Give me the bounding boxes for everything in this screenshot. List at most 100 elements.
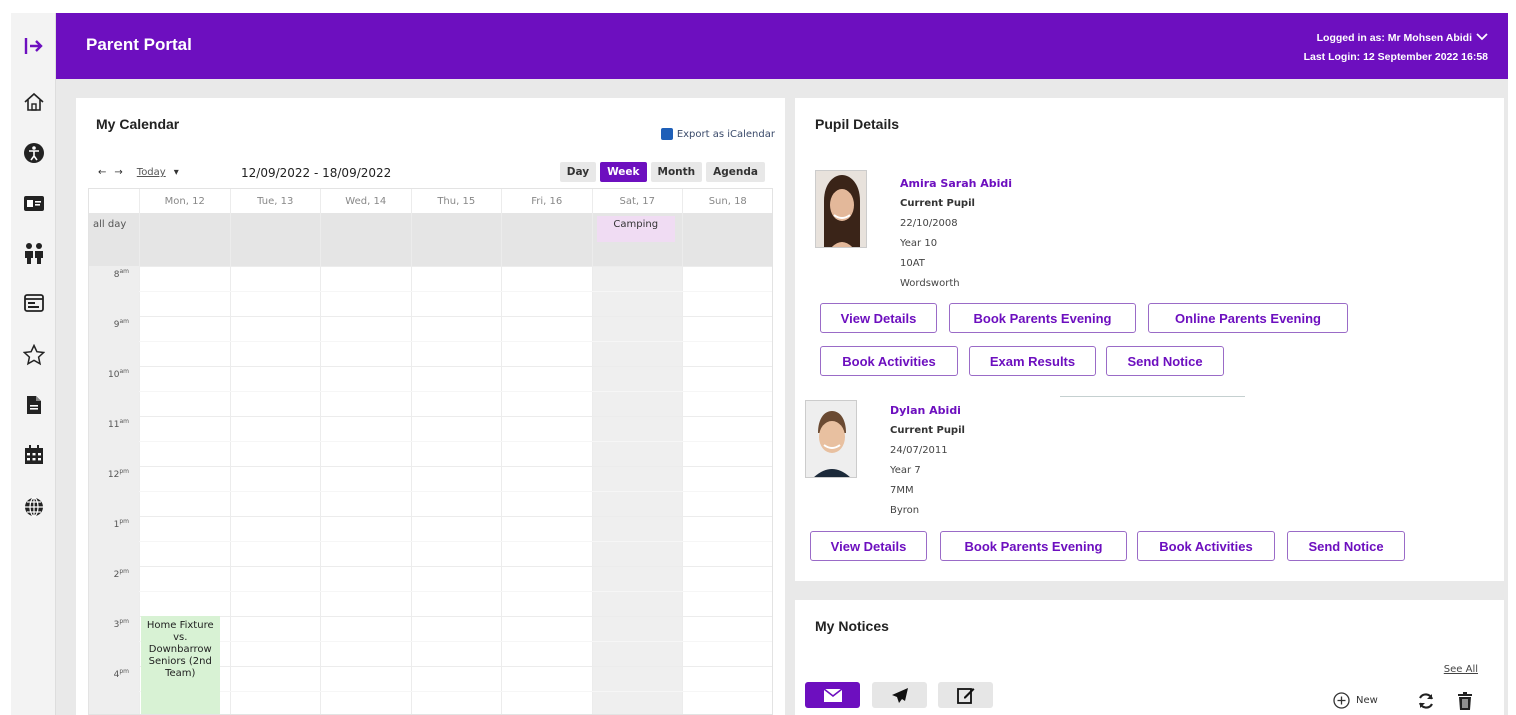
- hour-line: [139, 666, 772, 667]
- hour-line: [139, 316, 772, 317]
- calendar-panel: My Calendar Export as iCalendar ← → Toda…: [76, 98, 785, 715]
- pupil-details-title: Pupil Details: [815, 116, 900, 132]
- today-caret-icon[interactable]: ▾: [174, 167, 179, 178]
- prev-week-button[interactable]: ←: [98, 167, 106, 178]
- trash-icon[interactable]: [1457, 692, 1473, 710]
- app-title: Parent Portal: [86, 35, 192, 54]
- hour-suffix: pm: [119, 668, 129, 675]
- view-details-button[interactable]: View Details: [810, 531, 927, 561]
- day-header: Wed, 14: [320, 189, 411, 213]
- pupil-divider: [1060, 396, 1245, 397]
- view-month-button[interactable]: Month: [650, 162, 703, 182]
- day-column-line: [682, 189, 683, 714]
- hour-label: 8am: [89, 268, 139, 280]
- compose-icon[interactable]: [938, 682, 993, 708]
- hour-suffix: pm: [119, 468, 129, 475]
- hour-line: [139, 366, 772, 367]
- calendar-title: My Calendar: [96, 116, 180, 132]
- half-hour-line: [139, 441, 772, 442]
- day-header: Mon, 12: [139, 189, 230, 213]
- document-icon[interactable]: [11, 385, 56, 425]
- globe-icon[interactable]: [11, 487, 56, 527]
- logged-in-text: Logged in as: Mr Mohsen Abidi: [1316, 32, 1472, 44]
- app: Parent Portal Logged in as: Mr Mohsen Ab…: [0, 0, 1516, 715]
- book-activities-button[interactable]: Book Activities: [820, 346, 958, 376]
- hour-line: [139, 466, 772, 467]
- children-icon[interactable]: [11, 233, 56, 273]
- exam-results-button[interactable]: Exam Results: [969, 346, 1096, 376]
- new-label: New: [1356, 695, 1378, 706]
- half-hour-line: [139, 591, 772, 592]
- next-week-button[interactable]: →: [114, 167, 122, 178]
- last-login-text: Last Login: 12 September 2022 16:58: [1303, 51, 1488, 63]
- pupil-photo: [815, 170, 867, 248]
- day-header: Fri, 16: [501, 189, 592, 213]
- pupil-name[interactable]: Dylan Abidi: [890, 401, 965, 421]
- view-week-button[interactable]: Week: [600, 162, 647, 182]
- calendar-event[interactable]: Camping: [596, 216, 675, 242]
- pupil-details-panel: Pupil Details Amira Sarah Abidi Current …: [795, 98, 1504, 581]
- new-notice-button[interactable]: New: [1333, 692, 1378, 709]
- send-notice-button[interactable]: Send Notice: [1106, 346, 1224, 376]
- hour-label: 4pm: [89, 668, 139, 680]
- pupil-year: Year 10: [900, 238, 938, 249]
- hour-number: 11: [108, 420, 120, 430]
- sent-icon[interactable]: [872, 682, 927, 708]
- hour-line: [139, 416, 772, 417]
- pupil-name[interactable]: Amira Sarah Abidi: [900, 174, 1012, 194]
- calendar-icon[interactable]: [11, 435, 56, 475]
- calendar-export-icon: [660, 128, 673, 140]
- half-hour-line: [139, 691, 772, 692]
- pupil-dob: 22/10/2008: [900, 218, 958, 229]
- book-parents-evening-button[interactable]: Book Parents Evening: [940, 531, 1127, 561]
- hour-number: 12: [107, 470, 120, 480]
- chevron-down-icon[interactable]: [1476, 29, 1488, 48]
- pupil-house: Byron: [890, 505, 920, 516]
- day-header: Sun, 18: [682, 189, 772, 213]
- accessibility-icon[interactable]: [11, 133, 56, 173]
- sidebar-toggle-icon[interactable]: [11, 13, 56, 79]
- hour-suffix: am: [119, 268, 129, 275]
- export-icalendar-link[interactable]: Export as iCalendar: [660, 128, 775, 140]
- send-notice-button[interactable]: Send Notice: [1287, 531, 1405, 561]
- inbox-icon[interactable]: [805, 682, 860, 708]
- book-activities-button[interactable]: Book Activities: [1137, 531, 1275, 561]
- plus-circle-icon: [1333, 692, 1350, 709]
- half-hour-line: [139, 341, 772, 342]
- refresh-icon[interactable]: [1417, 692, 1435, 710]
- hour-line: [139, 266, 772, 267]
- view-day-button[interactable]: Day: [559, 162, 597, 182]
- date-range: 12/09/2022 - 18/09/2022: [241, 166, 392, 180]
- day-column-line: [139, 189, 140, 714]
- online-parents-evening-button[interactable]: Online Parents Evening: [1148, 303, 1348, 333]
- pupil-info: Amira Sarah Abidi Current Pupil 22/10/20…: [900, 174, 1012, 294]
- day-header: Sat, 17: [591, 189, 683, 213]
- hour-label: 12pm: [89, 468, 139, 480]
- see-all-link[interactable]: See All: [1444, 664, 1478, 675]
- book-parents-evening-button[interactable]: Book Parents Evening: [949, 303, 1136, 333]
- browser-window-icon[interactable]: [11, 283, 56, 323]
- half-hour-line: [139, 291, 772, 292]
- notices-panel: My Notices See All New: [795, 600, 1504, 715]
- app-header: Parent Portal Logged in as: Mr Mohsen Ab…: [56, 13, 1508, 79]
- pupil-form: 10AT: [900, 258, 925, 269]
- hour-label: 9am: [89, 318, 139, 330]
- calendar-event[interactable]: Home Fixture vs. Downbarrow Seniors (2nd…: [141, 616, 220, 714]
- hour-suffix: am: [119, 368, 129, 375]
- pupil-form: 7MM: [890, 485, 914, 496]
- view-details-button[interactable]: View Details: [820, 303, 937, 333]
- half-hour-line: [139, 391, 772, 392]
- home-icon[interactable]: [11, 82, 56, 122]
- day-column-line: [591, 189, 593, 714]
- pupil-year: Year 7: [890, 465, 921, 476]
- hour-label: 10am: [89, 368, 139, 380]
- pupil-dob: 24/07/2011: [890, 445, 948, 456]
- day-column-line: [229, 189, 231, 714]
- id-card-icon[interactable]: [11, 183, 56, 223]
- pupil-house: Wordsworth: [900, 278, 960, 289]
- user-menu[interactable]: Logged in as: Mr Mohsen Abidi Last Login…: [1304, 29, 1488, 67]
- today-button[interactable]: Today: [137, 167, 166, 178]
- view-agenda-button[interactable]: Agenda: [706, 162, 765, 182]
- star-icon[interactable]: [11, 335, 56, 375]
- view-switcher: Day Week Month Agenda: [559, 162, 765, 182]
